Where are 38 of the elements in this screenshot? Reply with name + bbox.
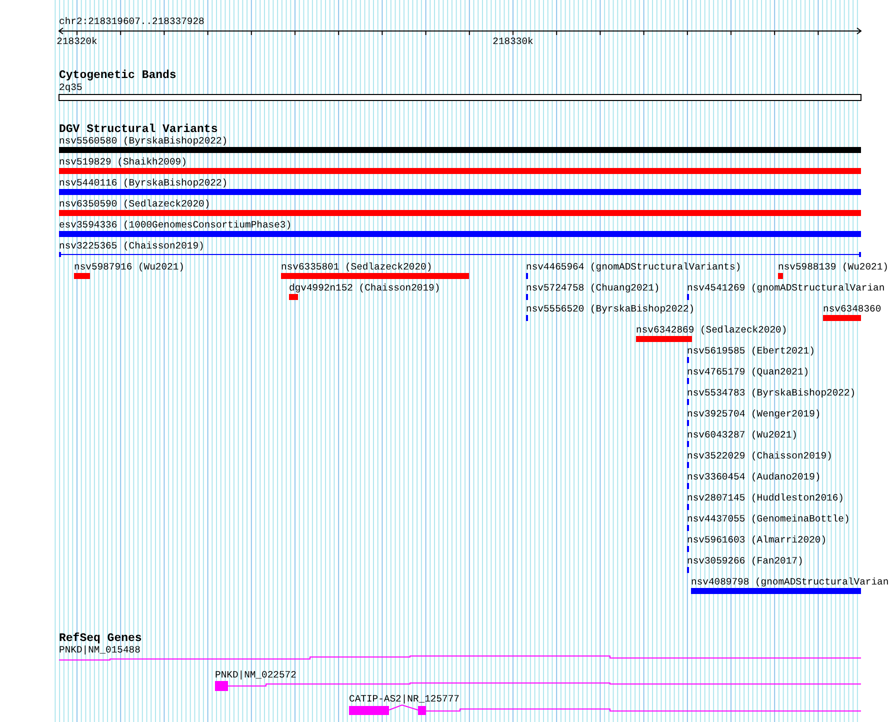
feature-label: nsv6348360 — [823, 304, 882, 314]
feature-label: nsv3059266 (Fan2017) — [687, 556, 804, 566]
feature-label: nsv6335801 (Sedlazeck2020) — [281, 262, 432, 272]
feature-label: nsv2807145 (Huddleston2016) — [687, 492, 844, 504]
track-title: DGV Structural Variants — [59, 123, 218, 136]
track-title: RefSeq Genes — [59, 632, 142, 645]
feature-label: nsv3360454 (Audano2019) — [687, 472, 821, 482]
feature-label: nsv4541269 (gnomADStructuralVarian — [687, 282, 885, 294]
feature-label: nsv4765179 (Quan2021) — [687, 366, 810, 378]
feature-label: esv3594336 (1000GenomesConsortiumPhase3) — [59, 220, 292, 230]
feature-label: nsv5619585 (Ebert2021) — [687, 346, 815, 356]
gene-label: CATIP-AS2|NR_125777 — [349, 694, 460, 704]
gene-label: PNKD|NM_015488 — [59, 644, 140, 656]
feature-label: nsv4465964 (gnomADStructuralVariants) — [526, 262, 742, 272]
feature-label: nsv5556520 (ByrskaBishop2022) — [526, 304, 695, 314]
feature-label: nsv4089798 (gnomADStructuralVarian — [691, 576, 889, 588]
feature-label: nsv3925704 (Wenger2019) — [687, 408, 821, 420]
tick-label: 218330k — [492, 36, 534, 47]
feature-label: nsv6342869 (Sedlazeck2020) — [636, 324, 788, 336]
feature-label: nsv5560580 (ByrskaBishop2022) — [59, 136, 228, 146]
feature-label: nsv5440116 (ByrskaBishop2022) — [59, 178, 228, 188]
feature-label: nsv519829 (Shaikh2009) — [59, 156, 187, 168]
feature-label: dgv4992n152 (Chaisson2019) — [289, 282, 440, 294]
location-label: chr2:218319607..218337928 — [59, 16, 204, 27]
gene-label: PNKD|NM_022572 — [215, 670, 296, 680]
feature-label: nsv6350590 (Sedlazeck2020) — [59, 198, 210, 210]
feature-label: nsv3522029 (Chaisson2019) — [687, 450, 832, 462]
track-title: Cytogenetic Bands — [59, 69, 176, 82]
feature-label: nsv4437055 (GenomeinaBottle) — [687, 514, 850, 524]
feature-label: nsv6043287 (Wu2021) — [687, 430, 798, 440]
feature-label: nsv5961603 (Almarri2020) — [687, 534, 827, 546]
tick-label: 218320k — [56, 36, 98, 47]
feature-label: nsv3225365 (Chaisson2019) — [59, 240, 204, 252]
feature-label: nsv5988139 (Wu2021) — [778, 262, 888, 272]
feature-label: nsv5534783 (ByrskaBishop2022) — [687, 388, 856, 398]
feature-label: nsv5987916 (Wu2021) — [74, 262, 184, 272]
feature-label: nsv5724758 (Chuang2021) — [526, 282, 660, 294]
band-label: 2q35 — [59, 82, 82, 93]
